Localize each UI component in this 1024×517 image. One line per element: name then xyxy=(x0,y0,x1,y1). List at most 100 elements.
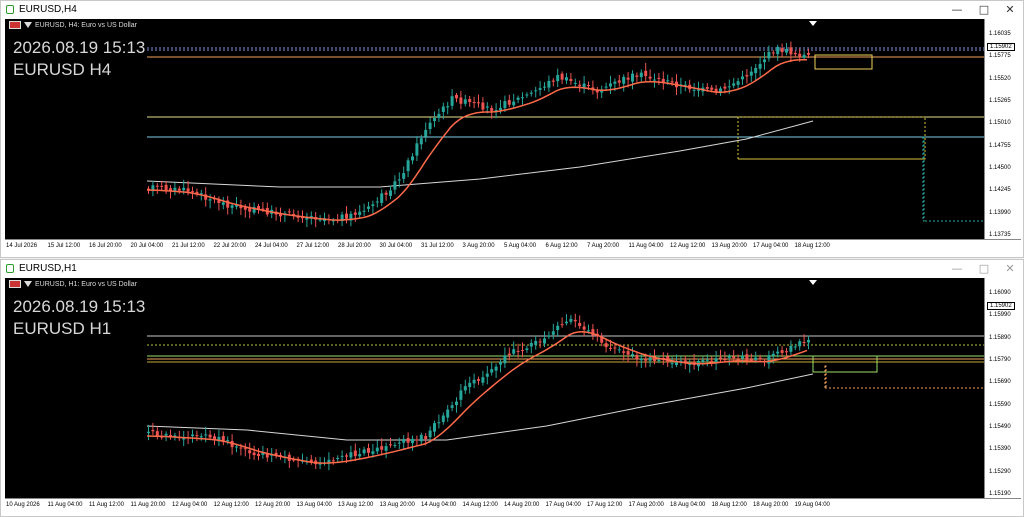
close-button[interactable]: ✕ xyxy=(999,2,1021,18)
candle-body xyxy=(507,353,511,356)
candle-body xyxy=(723,359,727,361)
price-tick-label: 1.15790 xyxy=(989,357,1011,363)
candle-body xyxy=(455,401,458,406)
price-tick-label: 1.15775 xyxy=(989,53,1011,60)
zone-box xyxy=(922,136,925,222)
candle-body xyxy=(441,415,445,422)
chart-window-icon xyxy=(6,5,14,14)
dropdown-icon[interactable] xyxy=(24,281,32,287)
candlestick-plot[interactable] xyxy=(5,278,1021,515)
dropdown-icon[interactable] xyxy=(24,22,32,28)
close-button[interactable]: ✕ xyxy=(999,261,1021,277)
candle-body xyxy=(710,87,714,90)
candle-body xyxy=(358,454,362,457)
candle-body xyxy=(648,76,652,79)
candle-body xyxy=(727,86,731,88)
candle-body xyxy=(397,442,401,444)
candle-body xyxy=(776,351,780,354)
zone-box xyxy=(824,365,827,389)
candle-body xyxy=(741,355,744,359)
window-titlebar[interactable]: EURUSD,H4 — □ ✕ xyxy=(1,1,1023,19)
candle-body xyxy=(433,118,436,122)
time-tick-label: 18 Aug 20:00 xyxy=(753,502,789,508)
candle-body xyxy=(639,72,643,78)
price-axis[interactable]: 1.16035 1.15775 1.15520 1.15265 1.15010 1.147… xyxy=(984,19,1021,240)
candle-body xyxy=(349,452,353,458)
time-tick-label: 12 Aug 20:00 xyxy=(255,502,291,508)
time-tick-label: 11 Aug 04:00 xyxy=(628,243,664,249)
candlestick-plot[interactable] xyxy=(5,19,1021,256)
time-tick-label: 17 Aug 12:00 xyxy=(587,502,623,508)
candle-body xyxy=(639,358,643,361)
minimize-button[interactable]: — xyxy=(946,261,968,277)
candle-body xyxy=(538,341,542,343)
candle-body xyxy=(613,347,617,349)
chart-window-h4[interactable]: EURUSD,H4 — □ ✕ EURUSD, H4: Euro vs US D… xyxy=(0,0,1024,258)
candle-body xyxy=(371,451,375,454)
candle-body xyxy=(631,73,634,82)
price-chart[interactable]: EURUSD, H1: Euro vs US Dollar 2026.08.19… xyxy=(5,278,1021,515)
candle-body xyxy=(785,351,788,353)
candle-body xyxy=(732,356,736,359)
time-axis[interactable]: 14 Jul 2026 15 Jul 12:00 16 Jul 20:00 20 Ju… xyxy=(5,239,1021,256)
candle-body xyxy=(587,85,590,87)
candle-body xyxy=(402,173,406,179)
candle-body xyxy=(147,431,150,434)
time-tick-label: 14 Aug 04:00 xyxy=(421,502,457,508)
window-titlebar[interactable]: EURUSD,H1 — □ ✕ xyxy=(1,260,1023,278)
time-tick-label: 14 Aug 12:00 xyxy=(462,502,498,508)
candle-body xyxy=(758,357,762,360)
zone-box xyxy=(737,116,926,160)
candle-body xyxy=(736,81,740,85)
time-tick-label: 14 Aug 20:00 xyxy=(504,502,540,508)
candle-body xyxy=(481,377,485,383)
time-tick-label: 7 Aug 20:00 xyxy=(587,243,620,249)
candle-body xyxy=(543,338,546,344)
maximize-button[interactable]: □ xyxy=(973,261,995,277)
time-tick-label: 30 Jul 04:00 xyxy=(379,243,413,249)
candle-body xyxy=(657,77,661,79)
candle-body xyxy=(551,80,555,82)
price-chart[interactable]: EURUSD, H4: Euro vs US Dollar 2026.08.19… xyxy=(5,19,1021,256)
candle-body xyxy=(419,138,423,145)
candle-body xyxy=(393,181,397,190)
candle-body xyxy=(406,160,410,172)
candle-body xyxy=(780,48,784,53)
candle-body xyxy=(287,211,291,213)
price-axis[interactable]: 1.16090 1.15990 1.15890 1.15790 1.15690 1.155… xyxy=(984,278,1021,499)
candle-body xyxy=(437,113,441,118)
candle-body xyxy=(767,355,771,364)
chart-window-h1[interactable]: EURUSD,H1 — □ ✕ EURUSD, H1: Euro vs US D… xyxy=(0,259,1024,517)
time-tick-label: 10 Aug 2026 xyxy=(6,502,40,508)
candle-body xyxy=(485,106,489,108)
candle-body xyxy=(155,185,159,187)
time-tick-label: 13 Aug 20:00 xyxy=(379,502,415,508)
candle-body xyxy=(521,350,524,352)
minimize-button[interactable]: — xyxy=(946,2,968,18)
candle-body xyxy=(243,448,247,450)
candle-body xyxy=(512,349,516,354)
candle-body xyxy=(754,357,758,361)
candle-body xyxy=(798,53,802,57)
time-tick-label: 17 Aug 20:00 xyxy=(628,502,664,508)
candle-body xyxy=(582,83,586,88)
candle-body xyxy=(525,94,529,96)
candle-body xyxy=(749,359,753,361)
candle-body xyxy=(771,353,775,356)
time-axis[interactable]: 10 Aug 2026 11 Aug 04:00 11 Aug 12:00 11 Au… xyxy=(5,498,1021,515)
candle-body xyxy=(353,450,357,457)
slow-moving-average xyxy=(146,120,814,188)
candle-body xyxy=(785,48,788,53)
time-tick-label: 11 Aug 20:00 xyxy=(130,502,166,508)
candle-body xyxy=(798,341,802,347)
candle-body xyxy=(450,405,454,408)
candle-body xyxy=(446,106,450,108)
candle-body xyxy=(556,325,560,330)
candle-body xyxy=(569,79,573,82)
candle-body xyxy=(534,90,538,92)
candle-body xyxy=(609,347,612,349)
maximize-button[interactable]: □ xyxy=(973,2,995,18)
candle-body xyxy=(499,361,502,365)
candle-body xyxy=(151,429,155,432)
candle-body xyxy=(468,99,472,102)
